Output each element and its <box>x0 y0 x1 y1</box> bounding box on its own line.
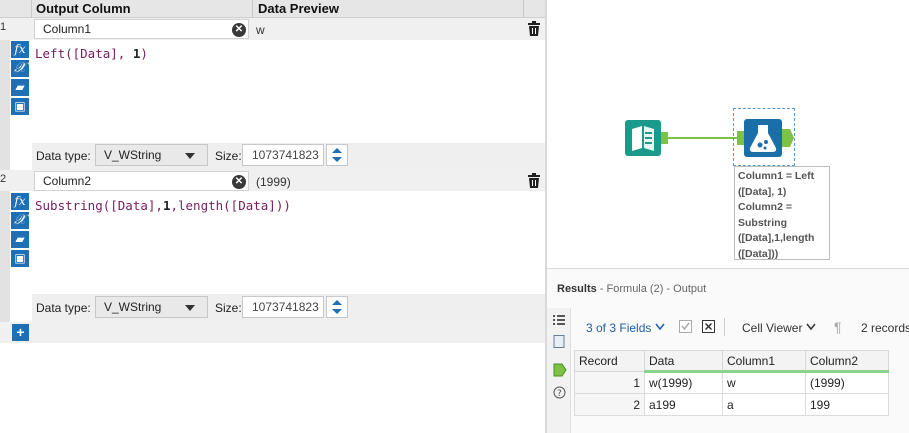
output-column-header: Output Column <box>36 1 131 16</box>
chevron-down-icon[interactable] <box>806 323 816 331</box>
output-column-name-field[interactable]: Column2 <box>34 171 249 191</box>
fields-selector[interactable]: 3 of 3 Fields <box>586 321 651 335</box>
expression-text[interactable]: Left([Data], 1) <box>35 46 148 61</box>
document-icon[interactable] <box>553 335 565 348</box>
annotation-line: Column2 = <box>738 201 792 213</box>
record-count: 2 records <box>861 321 909 335</box>
cell-viewer-selector[interactable]: Cell Viewer <box>742 321 802 335</box>
data-type-select[interactable]: V_WString <box>95 296 208 318</box>
expression-part: Left([Data], <box>35 46 133 61</box>
column1-cell[interactable]: a <box>722 393 806 416</box>
results-table: Record Data Column1 Column2 1 w(1999) w … <box>574 350 889 416</box>
help-icon[interactable]: ? <box>553 386 566 399</box>
header-divider <box>523 0 524 18</box>
expression-toolbar: fx 𝒳 ▰ ▣ <box>11 193 30 269</box>
results-title-rest: - Formula (2) - Output <box>596 283 707 295</box>
data-preview-value: (1999) <box>256 175 291 189</box>
column1-cell[interactable]: w <box>722 371 806 394</box>
table-header-row: Record Data Column1 Column2 <box>574 350 889 373</box>
table-row[interactable]: 2 a199 a 199 <box>574 393 889 416</box>
column-header-record[interactable]: Record <box>574 350 645 372</box>
open-folder-icon[interactable]: ▰ <box>11 79 29 96</box>
add-formula-row <box>0 322 545 343</box>
row-number: 1 <box>0 21 7 33</box>
data-preview-value: w <box>256 23 265 37</box>
data-cell[interactable]: w(1999) <box>644 371 723 394</box>
record-cell: 2 <box>574 393 645 416</box>
annotation-line: Substring <box>738 216 787 229</box>
header-divider <box>252 0 253 18</box>
row-gutter <box>0 191 10 322</box>
expression-toolbar: fx 𝒳 ▰ ▣ <box>11 41 30 117</box>
results-title-bold: Results <box>557 283 597 295</box>
tool-annotation: Column1 = Left ([Data], 1) Column2 = Sub… <box>734 166 830 260</box>
column2-cell[interactable]: 199 <box>805 393 889 416</box>
chevron-down-icon <box>185 153 195 159</box>
annotation-line: Column1 = Left <box>738 170 815 182</box>
expression-part: ,length([Data])) <box>170 198 291 213</box>
size-input[interactable]: 1073741823 <box>242 144 324 166</box>
clear-icon[interactable]: ✕ <box>232 175 246 189</box>
data-cell[interactable]: a199 <box>644 393 723 416</box>
size-label: Size: <box>215 149 242 163</box>
deselect-icon[interactable] <box>702 320 715 333</box>
output-column-name-field[interactable]: Column1 <box>34 19 249 39</box>
size-stepper[interactable] <box>326 144 348 166</box>
fx-icon[interactable]: fx <box>11 193 29 210</box>
column2-cell[interactable]: (1999) <box>805 371 889 394</box>
row-number: 2 <box>0 173 7 185</box>
svg-text:?: ? <box>557 389 562 399</box>
data-type-label: Data type: <box>36 149 91 163</box>
open-folder-icon[interactable]: ▰ <box>11 231 29 248</box>
data-type-value: V_WString <box>104 300 162 314</box>
column-header-column2[interactable]: Column2 <box>805 350 889 373</box>
size-label: Size: <box>215 301 242 315</box>
data-type-label: Data type: <box>36 301 91 315</box>
annotation-line: ([Data],1,length <box>738 232 815 244</box>
add-formula-button[interactable]: + <box>12 324 29 341</box>
formula-config-panel: Output Column Data Preview 1 Column1 ✕ w… <box>0 0 545 433</box>
column-header-data[interactable]: Data <box>644 350 723 373</box>
variable-icon[interactable]: 𝒳 <box>11 212 29 229</box>
results-title: Results - Formula (2) - Output <box>557 283 706 295</box>
size-stepper[interactable] <box>326 296 348 318</box>
output-anchor-icon[interactable] <box>553 363 567 377</box>
clear-icon[interactable]: ✕ <box>232 23 246 37</box>
fx-icon[interactable]: fx <box>11 41 29 58</box>
column-header-bar: Output Column Data Preview <box>0 0 545 18</box>
chevron-down-icon[interactable] <box>655 323 665 331</box>
header-divider <box>31 0 32 18</box>
size-input[interactable]: 1073741823 <box>242 296 324 318</box>
save-icon[interactable]: ▣ <box>11 98 29 115</box>
expression-part: Substring([Data], <box>35 198 163 213</box>
toolbar-divider <box>724 318 725 336</box>
formula-tool[interactable] <box>736 115 798 161</box>
annotation-line: ([Data])) <box>738 247 779 260</box>
table-row[interactable]: 1 w(1999) w (1999) <box>574 371 889 394</box>
column-header-column1[interactable]: Column1 <box>722 350 806 373</box>
check-box-icon[interactable] <box>679 320 692 333</box>
row-gutter <box>0 40 10 170</box>
list-icon[interactable] <box>553 315 565 325</box>
trash-icon[interactable] <box>527 173 541 188</box>
input-data-tool[interactable] <box>623 118 671 158</box>
trash-icon[interactable] <box>527 21 541 36</box>
variable-icon[interactable]: 𝒳 <box>11 60 29 77</box>
data-type-value: V_WString <box>104 148 162 162</box>
chevron-down-icon <box>185 305 195 311</box>
workflow-connector[interactable] <box>668 134 738 142</box>
expression-part: ) <box>140 46 148 61</box>
pilcrow-icon[interactable]: ¶ <box>834 319 842 335</box>
data-preview-header: Data Preview <box>258 1 339 16</box>
record-cell: 1 <box>574 371 645 394</box>
data-type-select[interactable]: V_WString <box>95 144 208 166</box>
save-icon[interactable]: ▣ <box>11 250 29 267</box>
expression-text[interactable]: Substring([Data],1,length([Data])) <box>35 198 291 213</box>
annotation-line: ([Data], 1) <box>738 185 787 198</box>
